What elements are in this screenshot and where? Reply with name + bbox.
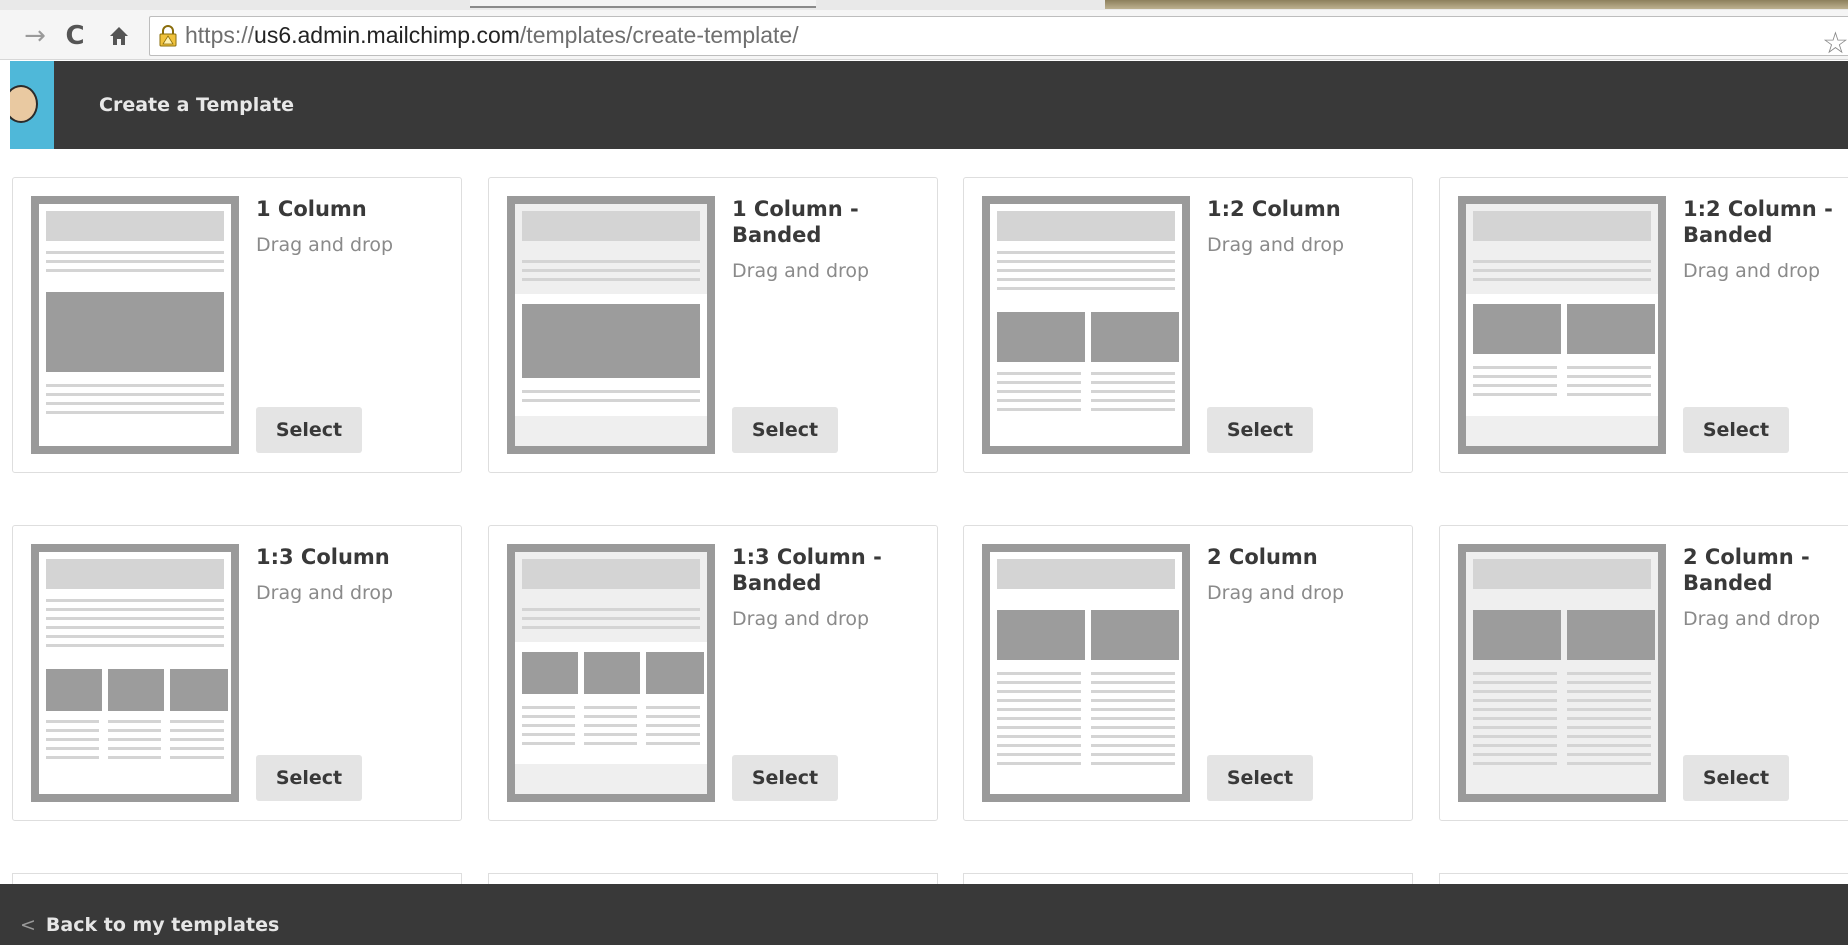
template-title: 1:3 Column - Banded <box>732 545 882 595</box>
template-card-1-3-column-banded: 1:3 Column - Banded Drag and drop Select <box>488 525 938 821</box>
template-card-1-3-column: 1:3 Column Drag and drop Select <box>12 525 462 821</box>
template-card-1-column: 1 Column Drag and drop Select <box>12 177 462 473</box>
select-button[interactable]: Select <box>732 407 838 453</box>
browser-tab[interactable] <box>470 0 816 8</box>
browser-toolbar: → C https://us6.admin.mailchimp.com/temp… <box>0 10 1848 61</box>
app-header: Create a Template <box>10 61 1848 149</box>
template-subtitle: Drag and drop <box>1683 608 1821 630</box>
page-title: Create a Template <box>99 94 295 116</box>
template-subtitle: Drag and drop <box>1207 582 1345 604</box>
template-title: 1 Column <box>256 197 367 221</box>
select-button[interactable]: Select <box>256 407 362 453</box>
bookmark-star-icon[interactable]: ☆ <box>1822 26 1848 61</box>
template-subtitle: Drag and drop <box>1683 260 1821 282</box>
template-card-1-2-column-banded: 1:2 Column - Banded Drag and drop Select <box>1439 177 1848 473</box>
template-thumbnail[interactable] <box>1458 196 1666 454</box>
select-button[interactable]: Select <box>256 755 362 801</box>
back-link-label: Back to my templates <box>45 914 280 936</box>
template-thumbnail[interactable] <box>982 544 1190 802</box>
select-button[interactable]: Select <box>1683 755 1789 801</box>
select-button[interactable]: Select <box>1207 755 1313 801</box>
template-title: 2 Column - Banded <box>1683 545 1810 595</box>
template-card-1-2-column: 1:2 Column Drag and drop Select <box>963 177 1413 473</box>
select-button[interactable]: Select <box>1683 407 1789 453</box>
home-icon[interactable] <box>102 20 136 52</box>
back-to-templates-link[interactable]: < Back to my templates <box>20 914 279 936</box>
template-title: 1:2 Column <box>1207 197 1341 221</box>
address-url[interactable]: https://us6.admin.mailchimp.com/template… <box>185 22 799 49</box>
template-title: 1 Column - Banded <box>732 197 859 247</box>
template-subtitle: Drag and drop <box>732 260 870 282</box>
template-title: 1:2 Column - Banded <box>1683 197 1833 247</box>
template-thumbnail[interactable] <box>982 196 1190 454</box>
template-thumbnail[interactable] <box>31 196 239 454</box>
template-thumbnail[interactable] <box>507 196 715 454</box>
template-subtitle: Drag and drop <box>256 582 394 604</box>
template-card-2-column: 2 Column Drag and drop Select <box>963 525 1413 821</box>
template-subtitle: Drag and drop <box>732 608 870 630</box>
address-bar[interactable]: https://us6.admin.mailchimp.com/template… <box>149 16 1848 56</box>
template-card-1-column-banded: 1 Column - Banded Drag and drop Select <box>488 177 938 473</box>
mailchimp-logo-icon[interactable] <box>10 61 54 149</box>
template-title: 2 Column <box>1207 545 1318 569</box>
template-thumbnail[interactable] <box>1458 544 1666 802</box>
reload-icon[interactable]: C <box>58 20 92 52</box>
browser-tab-background <box>1105 0 1848 9</box>
template-subtitle: Drag and drop <box>1207 234 1345 256</box>
footer-bar: < Back to my templates <box>0 884 1848 945</box>
select-button[interactable]: Select <box>1207 407 1313 453</box>
forward-arrow-icon[interactable]: → <box>18 20 52 52</box>
select-button[interactable]: Select <box>732 755 838 801</box>
lock-warning-icon <box>159 25 177 47</box>
template-subtitle: Drag and drop <box>256 234 394 256</box>
template-thumbnail[interactable] <box>31 544 239 802</box>
template-thumbnail[interactable] <box>507 544 715 802</box>
template-card-2-column-banded: 2 Column - Banded Drag and drop Select <box>1439 525 1848 821</box>
chevron-left-icon: < <box>20 914 36 936</box>
template-title: 1:3 Column <box>256 545 390 569</box>
